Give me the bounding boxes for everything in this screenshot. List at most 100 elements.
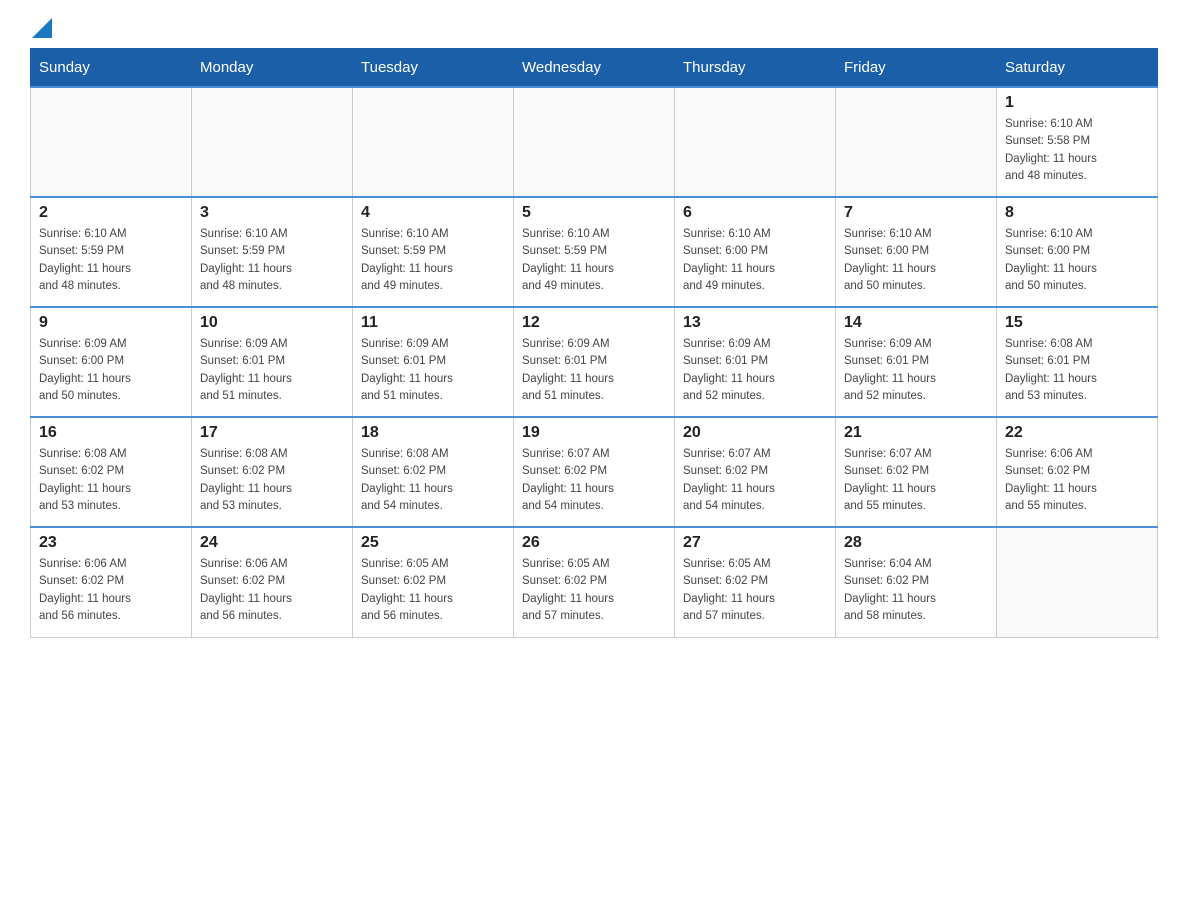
calendar-week-3: 9 Sunrise: 6:09 AM Sunset: 6:00 PM Daylig… <box>31 307 1158 417</box>
calendar-cell: 25 Sunrise: 6:05 AM Sunset: 6:02 PM Dayli… <box>353 527 514 637</box>
calendar-cell: 9 Sunrise: 6:09 AM Sunset: 6:00 PM Daylig… <box>31 307 192 417</box>
day-info: Sunrise: 6:04 AM Sunset: 6:02 PM Dayligh… <box>844 556 988 625</box>
calendar-cell <box>675 87 836 197</box>
day-info: Sunrise: 6:10 AM Sunset: 5:59 PM Dayligh… <box>361 226 505 295</box>
day-number: 16 <box>39 424 183 442</box>
day-number: 23 <box>39 534 183 552</box>
calendar-cell <box>514 87 675 197</box>
day-info: Sunrise: 6:10 AM Sunset: 6:00 PM Dayligh… <box>844 226 988 295</box>
day-number: 1 <box>1005 94 1149 112</box>
day-info: Sunrise: 6:05 AM Sunset: 6:02 PM Dayligh… <box>361 556 505 625</box>
calendar-cell: 2 Sunrise: 6:10 AM Sunset: 5:59 PM Daylig… <box>31 197 192 307</box>
calendar-cell: 23 Sunrise: 6:06 AM Sunset: 6:02 PM Dayli… <box>31 527 192 637</box>
day-number: 4 <box>361 204 505 222</box>
logo <box>30 20 52 38</box>
day-info: Sunrise: 6:08 AM Sunset: 6:02 PM Dayligh… <box>361 446 505 515</box>
day-number: 12 <box>522 314 666 332</box>
calendar-header-thursday: Thursday <box>675 49 836 88</box>
day-info: Sunrise: 6:10 AM Sunset: 5:59 PM Dayligh… <box>200 226 344 295</box>
day-info: Sunrise: 6:09 AM Sunset: 6:00 PM Dayligh… <box>39 336 183 405</box>
day-number: 22 <box>1005 424 1149 442</box>
calendar-cell <box>31 87 192 197</box>
calendar-cell: 5 Sunrise: 6:10 AM Sunset: 5:59 PM Daylig… <box>514 197 675 307</box>
day-number: 10 <box>200 314 344 332</box>
calendar-cell <box>192 87 353 197</box>
calendar-header-wednesday: Wednesday <box>514 49 675 88</box>
day-info: Sunrise: 6:09 AM Sunset: 6:01 PM Dayligh… <box>361 336 505 405</box>
day-number: 25 <box>361 534 505 552</box>
day-number: 2 <box>39 204 183 222</box>
calendar-cell: 26Sunrise: 6:05 AM Sunset: 6:02 PM Dayli… <box>514 527 675 637</box>
day-info: Sunrise: 6:08 AM Sunset: 6:02 PM Dayligh… <box>200 446 344 515</box>
calendar-cell: 21 Sunrise: 6:07 AM Sunset: 6:02 PM Dayli… <box>836 417 997 527</box>
day-number: 28 <box>844 534 988 552</box>
calendar-header-sunday: Sunday <box>31 49 192 88</box>
calendar-body: 1 Sunrise: 6:10 AM Sunset: 5:58 PM Daylig… <box>31 87 1158 637</box>
day-info: Sunrise: 6:10 AM Sunset: 6:00 PM Dayligh… <box>1005 226 1149 295</box>
day-info: Sunrise: 6:09 AM Sunset: 6:01 PM Dayligh… <box>200 336 344 405</box>
day-number: 14 <box>844 314 988 332</box>
day-number: 15 <box>1005 314 1149 332</box>
calendar-cell: 22Sunrise: 6:06 AM Sunset: 6:02 PM Dayli… <box>997 417 1158 527</box>
day-number: 7 <box>844 204 988 222</box>
calendar-cell: 28 Sunrise: 6:04 AM Sunset: 6:02 PM Dayli… <box>836 527 997 637</box>
day-number: 8 <box>1005 204 1149 222</box>
calendar-cell <box>836 87 997 197</box>
day-info: Sunrise: 6:07 AM Sunset: 6:02 PM Dayligh… <box>683 446 827 515</box>
day-number: 9 <box>39 314 183 332</box>
day-number: 18 <box>361 424 505 442</box>
calendar-week-5: 23 Sunrise: 6:06 AM Sunset: 6:02 PM Dayli… <box>31 527 1158 637</box>
day-info: Sunrise: 6:06 AM Sunset: 6:02 PM Dayligh… <box>39 556 183 625</box>
calendar-header-tuesday: Tuesday <box>353 49 514 88</box>
day-info: Sunrise: 6:10 AM Sunset: 5:59 PM Dayligh… <box>39 226 183 295</box>
calendar-header-friday: Friday <box>836 49 997 88</box>
day-info: Sunrise: 6:07 AM Sunset: 6:02 PM Dayligh… <box>522 446 666 515</box>
calendar-cell <box>997 527 1158 637</box>
day-number: 13 <box>683 314 827 332</box>
day-number: 11 <box>361 314 505 332</box>
day-number: 3 <box>200 204 344 222</box>
day-number: 20 <box>683 424 827 442</box>
calendar-header-row: SundayMondayTuesdayWednesdayThursdayFrid… <box>31 49 1158 88</box>
calendar-cell: 11 Sunrise: 6:09 AM Sunset: 6:01 PM Dayli… <box>353 307 514 417</box>
day-number: 5 <box>522 204 666 222</box>
day-info: Sunrise: 6:09 AM Sunset: 6:01 PM Dayligh… <box>683 336 827 405</box>
day-info: Sunrise: 6:09 AM Sunset: 6:01 PM Dayligh… <box>844 336 988 405</box>
calendar-cell: 7 Sunrise: 6:10 AM Sunset: 6:00 PM Daylig… <box>836 197 997 307</box>
day-number: 24 <box>200 534 344 552</box>
day-number: 17 <box>200 424 344 442</box>
day-info: Sunrise: 6:06 AM Sunset: 6:02 PM Dayligh… <box>200 556 344 625</box>
calendar-cell: 17 Sunrise: 6:08 AM Sunset: 6:02 PM Dayli… <box>192 417 353 527</box>
calendar-cell: 27Sunrise: 6:05 AM Sunset: 6:02 PM Dayli… <box>675 527 836 637</box>
calendar-cell: 18 Sunrise: 6:08 AM Sunset: 6:02 PM Dayli… <box>353 417 514 527</box>
calendar-cell: 6 Sunrise: 6:10 AM Sunset: 6:00 PM Daylig… <box>675 197 836 307</box>
calendar-cell: 12 Sunrise: 6:09 AM Sunset: 6:01 PM Dayli… <box>514 307 675 417</box>
calendar-cell: 20 Sunrise: 6:07 AM Sunset: 6:02 PM Dayli… <box>675 417 836 527</box>
day-number: 21 <box>844 424 988 442</box>
calendar-cell: 24 Sunrise: 6:06 AM Sunset: 6:02 PM Dayli… <box>192 527 353 637</box>
day-info: Sunrise: 6:10 AM Sunset: 5:59 PM Dayligh… <box>522 226 666 295</box>
calendar-cell: 14 Sunrise: 6:09 AM Sunset: 6:01 PM Dayli… <box>836 307 997 417</box>
calendar-header-monday: Monday <box>192 49 353 88</box>
page-header <box>30 20 1158 38</box>
day-info: Sunrise: 6:07 AM Sunset: 6:02 PM Dayligh… <box>844 446 988 515</box>
calendar-week-2: 2 Sunrise: 6:10 AM Sunset: 5:59 PM Daylig… <box>31 197 1158 307</box>
calendar-header-saturday: Saturday <box>997 49 1158 88</box>
day-info: Sunrise: 6:05 AM Sunset: 6:02 PM Dayligh… <box>683 556 827 625</box>
calendar-table: SundayMondayTuesdayWednesdayThursdayFrid… <box>30 48 1158 638</box>
calendar-week-1: 1 Sunrise: 6:10 AM Sunset: 5:58 PM Daylig… <box>31 87 1158 197</box>
calendar-cell <box>353 87 514 197</box>
day-number: 6 <box>683 204 827 222</box>
day-info: Sunrise: 6:08 AM Sunset: 6:01 PM Dayligh… <box>1005 336 1149 405</box>
calendar-cell: 13 Sunrise: 6:09 AM Sunset: 6:01 PM Dayli… <box>675 307 836 417</box>
day-info: Sunrise: 6:10 AM Sunset: 5:58 PM Dayligh… <box>1005 116 1149 185</box>
calendar-cell: 10 Sunrise: 6:09 AM Sunset: 6:01 PM Dayli… <box>192 307 353 417</box>
calendar-cell: 3 Sunrise: 6:10 AM Sunset: 5:59 PM Daylig… <box>192 197 353 307</box>
day-number: 26 <box>522 534 666 552</box>
day-info: Sunrise: 6:10 AM Sunset: 6:00 PM Dayligh… <box>683 226 827 295</box>
calendar-cell: 15 Sunrise: 6:08 AM Sunset: 6:01 PM Dayli… <box>997 307 1158 417</box>
day-info: Sunrise: 6:08 AM Sunset: 6:02 PM Dayligh… <box>39 446 183 515</box>
calendar-cell: 19Sunrise: 6:07 AM Sunset: 6:02 PM Dayli… <box>514 417 675 527</box>
calendar-cell: 8 Sunrise: 6:10 AM Sunset: 6:00 PM Daylig… <box>997 197 1158 307</box>
day-info: Sunrise: 6:09 AM Sunset: 6:01 PM Dayligh… <box>522 336 666 405</box>
